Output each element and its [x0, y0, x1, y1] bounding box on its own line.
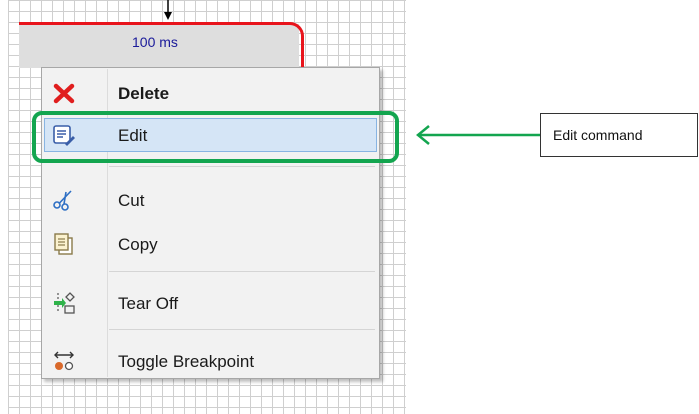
wait-block-label: 100 ms	[132, 34, 178, 50]
breakpoint-icon	[54, 351, 74, 371]
delete-x-icon	[53, 83, 75, 104]
menu-item-label: Cut	[118, 191, 145, 210]
callout-arrow-icon	[416, 125, 541, 145]
menu-item-label: Tear Off	[118, 294, 179, 313]
menu-item-copy[interactable]: Copy	[44, 227, 377, 261]
scissors-icon	[53, 190, 72, 211]
menu-separator	[109, 271, 375, 272]
flow-arrow-icon	[164, 0, 172, 20]
menu-item-cut[interactable]: Cut	[44, 183, 377, 217]
callout-label: Edit command	[540, 113, 698, 157]
menu-separator	[109, 166, 375, 167]
menu-item-delete[interactable]: Delete	[44, 76, 377, 110]
tear-off-icon	[54, 292, 75, 314]
copy-icon	[54, 233, 73, 255]
menu-item-label: Delete	[118, 84, 170, 103]
menu-item-label: Toggle Breakpoint	[118, 352, 255, 371]
menu-separator	[109, 329, 375, 330]
menu-item-tear-off[interactable]: Tear Off	[44, 286, 377, 320]
edit-highlight-outline	[32, 111, 399, 163]
menu-item-label: Copy	[118, 235, 158, 254]
menu-item-toggle-breakpoint[interactable]: Toggle Breakpoint	[44, 344, 377, 378]
